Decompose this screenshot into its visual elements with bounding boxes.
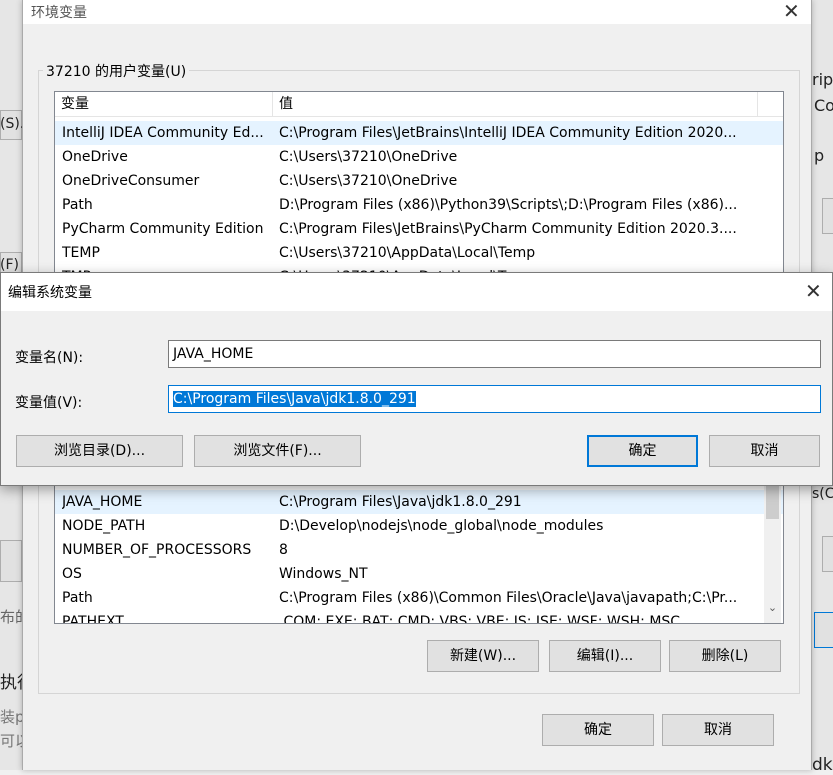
new-button[interactable]: 新建(W)... [427,640,539,672]
variable-name: OS [62,566,82,582]
list-header: 变量 值 [55,92,783,117]
dialog-title: 环境变量 [31,5,87,21]
variable-value: .COM;.EXE;.BAT;.CMD;.VBS;.VBE;.JS;.JSE;.… [279,614,681,624]
column-separator[interactable] [757,92,758,116]
variable-name: OneDriveConsumer [62,173,200,189]
variable-value-input[interactable]: C:\Program Files\Java\jdk1.8.0_291 [168,385,821,413]
bg-button [0,540,22,582]
variable-name: JAVA_HOME [62,494,143,510]
scrollbar-thumb[interactable] [766,481,779,519]
variable-value: C:\Program Files\JetBrains\IntelliJ IDEA… [279,125,737,141]
user-variables-list[interactable]: 变量 值 IntelliJ IDEA Community Ed... C:\Pr… [54,91,784,293]
variable-value: D:\Develop\nodejs\node_global\node_modul… [279,518,604,534]
table-row[interactable]: PATHEXT .COM;.EXE;.BAT;.CMD;.VBS;.VBE;.J… [55,610,783,624]
system-variables-list[interactable]: JAVA_HOME C:\Program Files\Java\jdk1.8.0… [54,466,784,624]
variable-value: 8 [279,542,288,558]
table-row[interactable]: JAVA_HOME C:\Program Files\Java\jdk1.8.0… [55,490,783,514]
user-variables-label: 37210 的用户变量(U) [43,61,190,81]
variable-value-label: 变量值(V): [15,395,83,411]
table-row[interactable]: TEMP C:\Users\37210\AppData\Local\Temp [55,241,783,265]
dialog-title: 编辑系统变量 [8,285,92,301]
table-row[interactable]: PyCharm Community Edition C:\Program Fil… [55,217,783,241]
variable-name: Path [62,590,93,606]
cancel-button[interactable]: 取消 [662,714,774,746]
title-bar: 环境变量 ✕ [23,0,811,24]
bg-text-fragment: s(C [812,486,833,502]
variable-name: IntelliJ IDEA Community Ed... [62,125,264,141]
input-text: JAVA_HOME [173,346,254,362]
variable-value: Windows_NT [279,566,368,582]
column-header-value[interactable]: 值 [273,92,757,116]
column-header-variable[interactable]: 变量 [55,92,272,116]
variable-value: C:\Users\37210\AppData\Local\Temp [279,245,536,261]
variable-name-label: 变量名(N): [15,350,84,366]
bg-text-fragment: (F) [0,257,19,273]
close-icon[interactable]: ✕ [805,281,822,301]
variable-name: PATHEXT [62,614,124,624]
variable-value: C:\Users\37210\OneDrive [279,149,458,165]
variable-name: NUMBER_OF_PROCESSORS [62,542,252,558]
edit-button[interactable]: 编辑(I)... [549,640,661,672]
table-row[interactable]: OneDriveConsumer C:\Users\37210\OneDrive [55,169,783,193]
table-row[interactable]: NODE_PATH D:\Develop\nodejs\node_global\… [55,514,783,538]
edit-system-variable-dialog: 编辑系统变量 ✕ 变量名(N): JAVA_HOME 变量值(V): C:\Pr… [0,272,833,486]
bg-text-fragment: dk [812,755,833,775]
bg-text-fragment: ript [812,70,833,89]
table-row[interactable]: IntelliJ IDEA Community Ed... C:\Program… [55,121,783,145]
variable-value: D:\Program Files (x86)\Python39\Scripts\… [279,197,738,213]
bg-text-fragment: 装p [0,708,25,726]
delete-button[interactable]: 删除(L) [669,640,781,672]
ok-button[interactable]: 确定 [542,714,654,746]
browse-directory-button[interactable]: 浏览目录(D)... [16,435,183,467]
bg-button [822,198,833,234]
table-row[interactable]: OS Windows_NT [55,562,783,586]
bg-text-fragment: Co [814,96,833,115]
ok-button[interactable]: 确定 [587,435,698,467]
browse-file-button[interactable]: 浏览文件(F)... [194,435,361,467]
cancel-button[interactable]: 取消 [709,435,820,467]
variable-value: C:\Program Files\JetBrains\PyCharm Commu… [279,221,737,237]
table-row[interactable]: OneDrive C:\Users\37210\OneDrive [55,145,783,169]
table-row[interactable]: Path D:\Program Files (x86)\Python39\Scr… [55,193,783,217]
title-bar: 编辑系统变量 ✕ [1,273,832,311]
variable-name: Path [62,197,93,213]
bg-text-fragment: p [814,146,825,165]
table-row[interactable]: NUMBER_OF_PROCESSORS 8 [55,538,783,562]
variable-name: OneDrive [62,149,128,165]
variable-value: C:\Program Files (x86)\Common Files\Orac… [279,590,738,606]
close-icon[interactable]: ✕ [783,1,800,21]
variable-value: C:\Program Files\Java\jdk1.8.0_291 [279,494,522,510]
bg-button [814,612,833,648]
bg-button [822,536,833,572]
vertical-scrollbar[interactable]: ⌄ [764,467,781,623]
table-row[interactable]: Path C:\Program Files (x86)\Common Files… [55,586,783,610]
variable-name-input[interactable]: JAVA_HOME [168,340,821,368]
variable-value: C:\Users\37210\OneDrive [279,173,458,189]
variable-name: TEMP [62,245,100,261]
bg-text-fragment: (S). [0,116,25,132]
chevron-down-icon[interactable]: ⌄ [766,601,779,614]
variable-name: NODE_PATH [62,518,146,534]
input-text: C:\Program Files\Java\jdk1.8.0_291 [173,391,416,407]
variable-name: PyCharm Community Edition [62,221,264,237]
